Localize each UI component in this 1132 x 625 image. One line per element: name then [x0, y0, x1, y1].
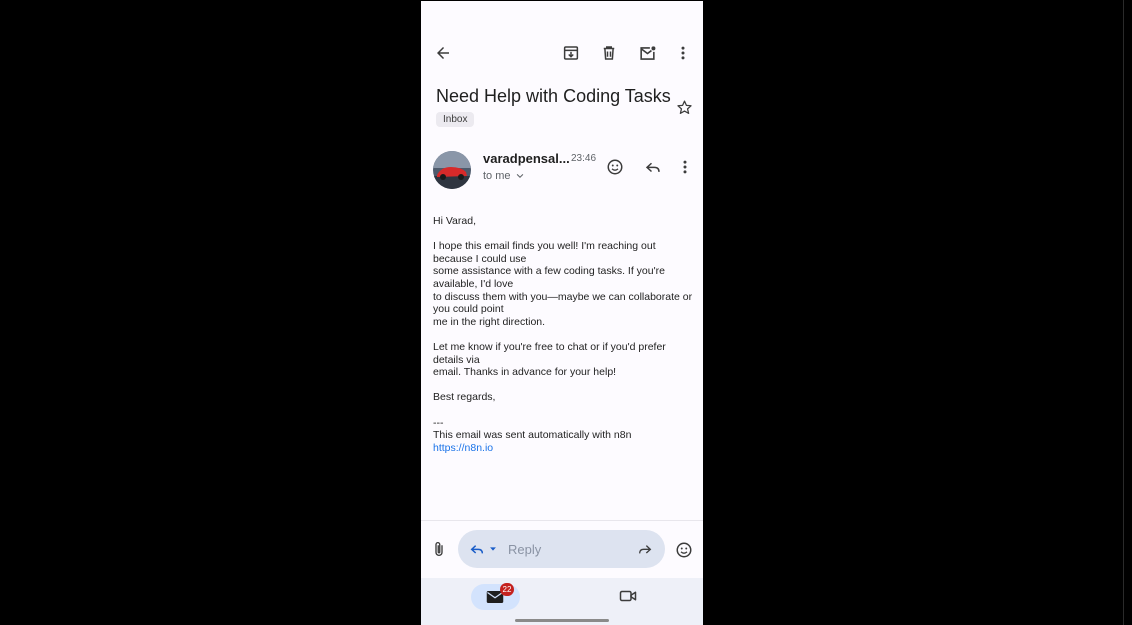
screen-edge — [1123, 0, 1124, 625]
meet-tab[interactable] — [617, 586, 639, 606]
chevron-down-icon — [516, 173, 523, 178]
emoji-icon — [607, 159, 623, 175]
more-options-button[interactable] — [671, 41, 695, 65]
home-indicator[interactable] — [515, 619, 609, 622]
inbox-label-chip[interactable]: Inbox — [436, 112, 475, 127]
sender-avatar-image — [433, 151, 471, 189]
message-more-button[interactable] — [674, 156, 696, 178]
reply-emoji-button[interactable] — [673, 539, 695, 561]
archive-button[interactable] — [559, 41, 583, 65]
phone-screen: Need Help with Coding Tasks Inbox varadp… — [421, 1, 703, 625]
add-reaction-button[interactable] — [604, 156, 626, 178]
signature-separator: --- — [433, 416, 444, 429]
mark-unread-button[interactable] — [635, 41, 659, 65]
arrow-back-icon — [437, 47, 449, 59]
unread-count-badge: 22 — [500, 583, 514, 596]
caret-down-icon — [489, 547, 496, 551]
n8n-link[interactable]: https://n8n.io — [433, 442, 493, 454]
back-button[interactable] — [431, 41, 455, 65]
recipient-label: to me — [483, 170, 511, 182]
recipient-toggle[interactable]: to me — [483, 170, 525, 182]
reply-button[interactable] — [642, 156, 664, 178]
email-body: Hi Varad, I hope this email finds you we… — [433, 215, 695, 454]
body-line: me in the right direction. — [433, 315, 546, 328]
video-camera-icon — [619, 590, 637, 602]
star-icon — [676, 99, 692, 114]
forward-button[interactable] — [635, 540, 655, 558]
star-button[interactable] — [673, 96, 695, 118]
signature-text: This email was sent automatically with n… — [433, 429, 632, 442]
mark-unread-icon — [639, 45, 655, 60]
reply-mode-dropdown[interactable] — [467, 540, 499, 558]
closing: Best regards, — [433, 391, 496, 404]
body-line: I hope this email finds you well! I'm re… — [433, 240, 656, 265]
bottom-navigation: 22 — [421, 578, 703, 625]
reply-placeholder: Reply — [508, 542, 542, 557]
paperclip-icon — [435, 541, 443, 556]
trash-icon — [603, 46, 615, 60]
body-line: Let me know if you're free to chat or if… — [433, 340, 666, 366]
delete-button[interactable] — [597, 41, 621, 65]
archive-icon — [563, 46, 579, 60]
email-time: 23:46 — [571, 153, 597, 164]
avatar[interactable] — [433, 151, 471, 189]
body-line: email. Thanks in advance for your help! — [433, 366, 617, 379]
body-line: some assistance with a few coding tasks.… — [433, 265, 665, 290]
email-subject: Need Help with Coding Tasks — [436, 86, 671, 106]
more-vert-icon — [683, 160, 687, 174]
reply-icon — [645, 162, 660, 173]
reply-box[interactable]: Reply — [458, 530, 665, 568]
reply-icon — [470, 545, 483, 554]
emoji-icon — [676, 542, 692, 558]
sender-name: varadpensal... — [483, 151, 570, 166]
forward-icon — [639, 545, 652, 554]
divider — [421, 520, 703, 521]
greeting: Hi Varad, — [433, 215, 476, 227]
more-vert-icon — [681, 46, 685, 60]
attach-button[interactable] — [429, 539, 449, 559]
body-line: to discuss them with you—maybe we can co… — [433, 290, 693, 316]
